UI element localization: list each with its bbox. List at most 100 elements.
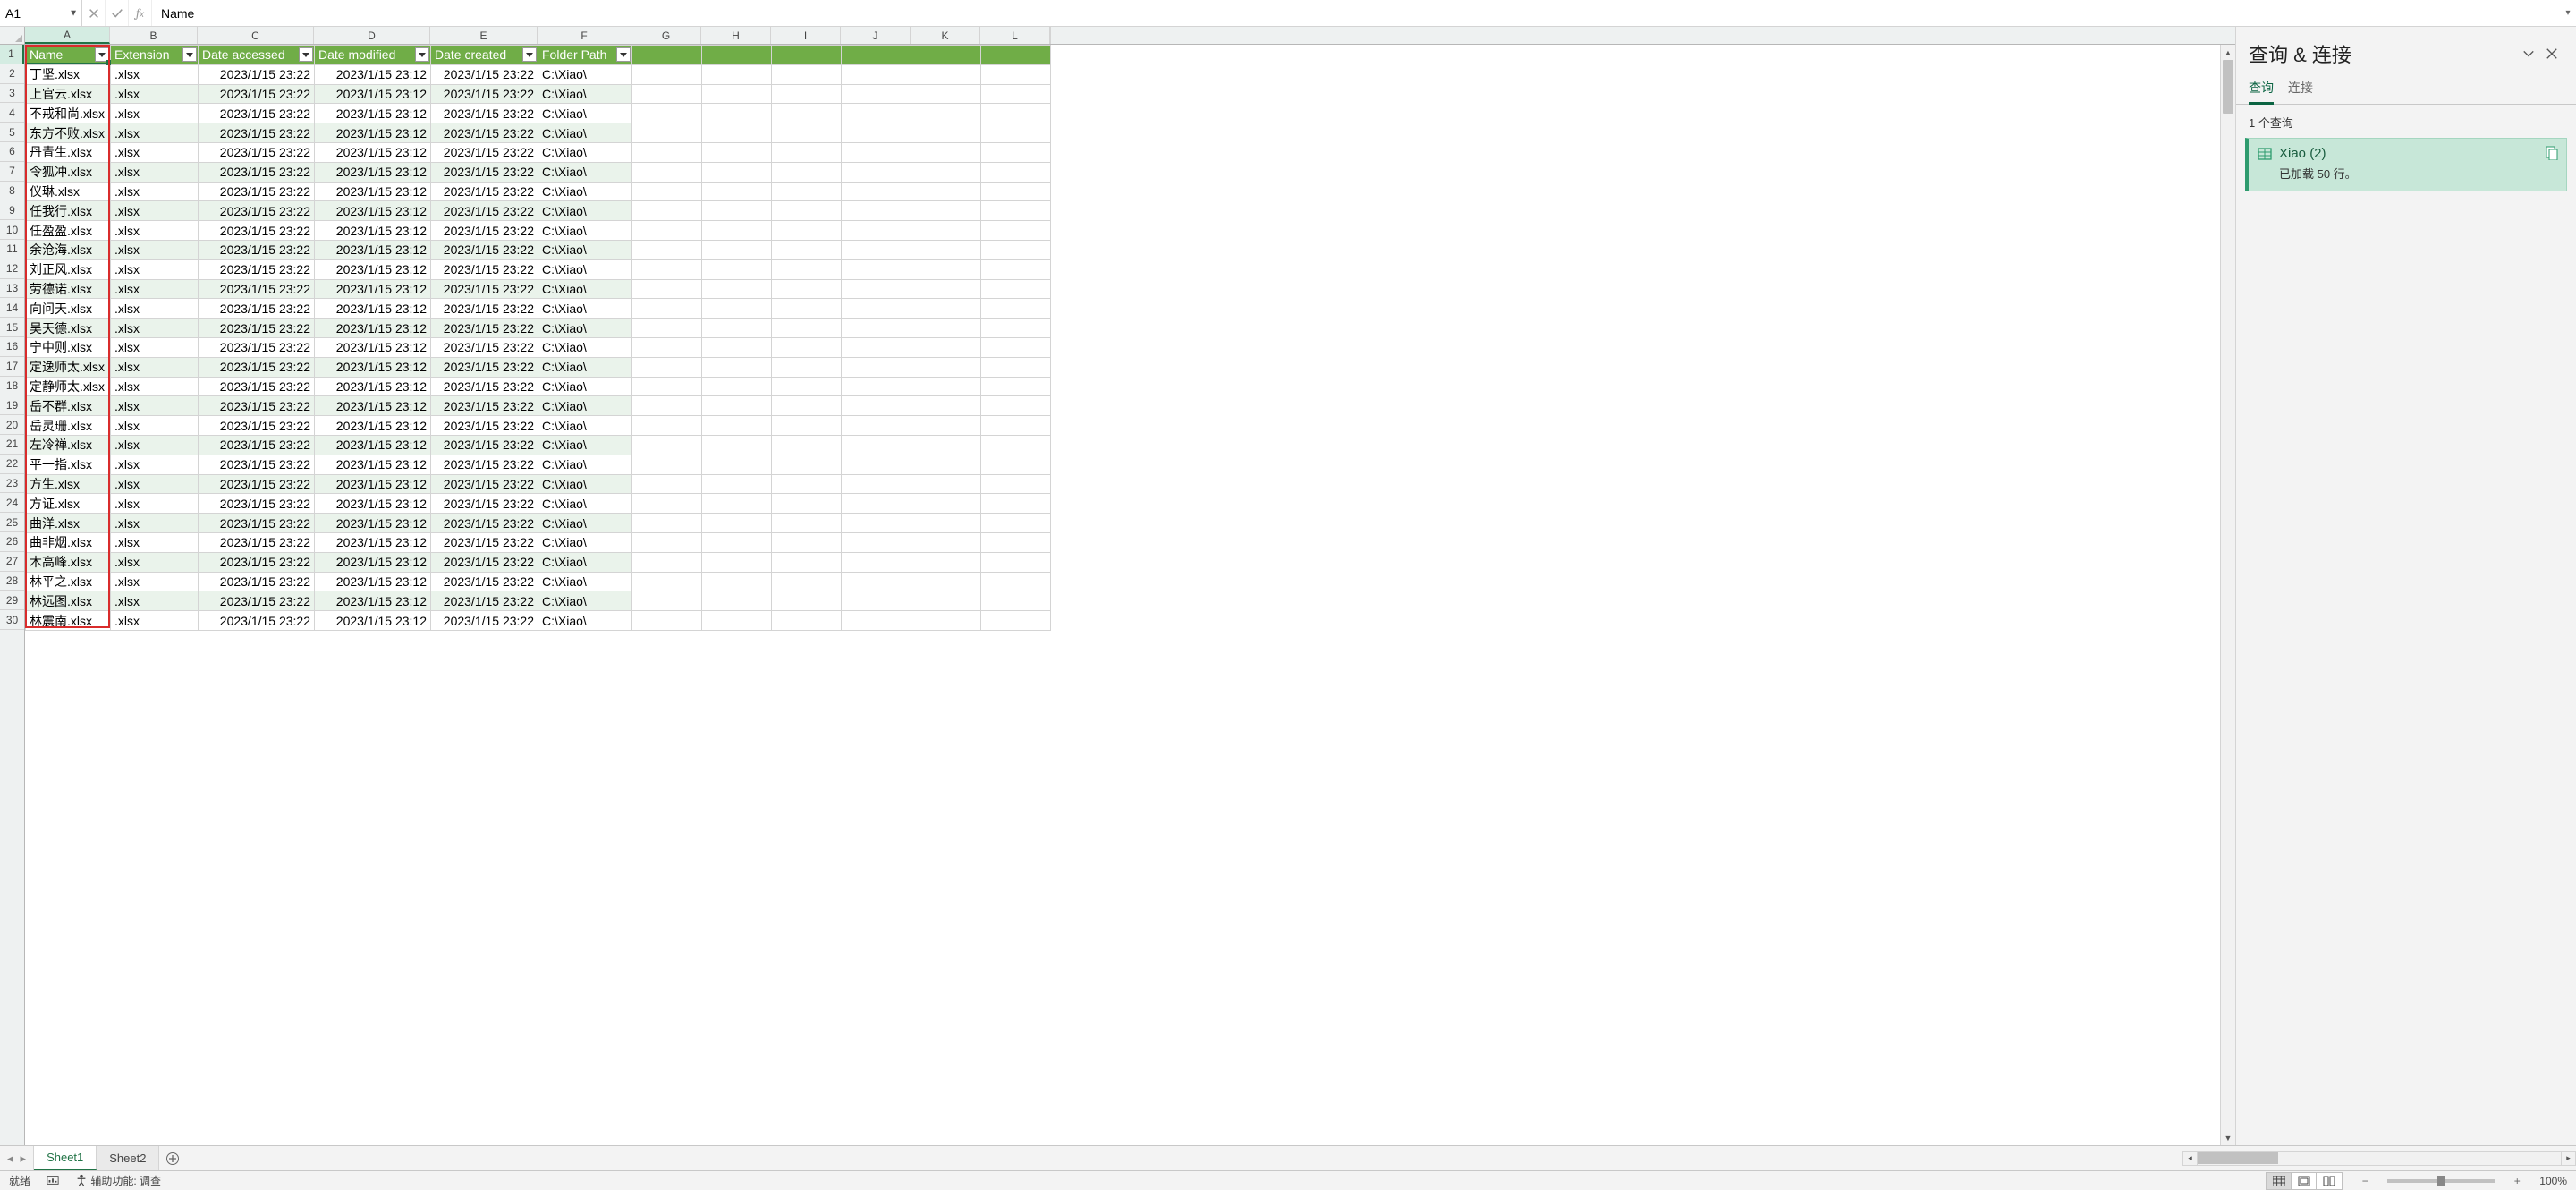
- table-header-cell[interactable]: Date created: [431, 46, 538, 65]
- table-cell[interactable]: [772, 123, 842, 143]
- table-cell[interactable]: [772, 279, 842, 299]
- row-header[interactable]: 13: [0, 279, 24, 299]
- table-cell[interactable]: [842, 104, 911, 123]
- table-cell[interactable]: [911, 611, 981, 631]
- table-cell[interactable]: [911, 455, 981, 474]
- table-cell[interactable]: C:\Xiao\: [538, 532, 632, 552]
- sheet-nav-buttons[interactable]: ◂ ▸: [0, 1146, 34, 1170]
- table-cell[interactable]: [981, 396, 1051, 416]
- table-cell[interactable]: [702, 532, 772, 552]
- table-cell[interactable]: 2023/1/15 23:22: [431, 240, 538, 259]
- table-header-cell[interactable]: [632, 46, 702, 65]
- workbook-stats-icon[interactable]: [47, 1174, 59, 1187]
- table-header-cell[interactable]: Extension: [111, 46, 199, 65]
- table-cell[interactable]: [772, 591, 842, 611]
- table-cell[interactable]: C:\Xiao\: [538, 240, 632, 259]
- table-cell[interactable]: 2023/1/15 23:12: [315, 532, 431, 552]
- table-cell[interactable]: [842, 396, 911, 416]
- table-cell[interactable]: .xlsx: [111, 162, 199, 182]
- table-cell[interactable]: C:\Xiao\: [538, 591, 632, 611]
- table-cell[interactable]: 2023/1/15 23:12: [315, 396, 431, 416]
- table-cell[interactable]: [981, 435, 1051, 455]
- table-cell[interactable]: 2023/1/15 23:22: [199, 64, 315, 84]
- table-cell[interactable]: 2023/1/15 23:22: [431, 259, 538, 279]
- table-cell[interactable]: C:\Xiao\: [538, 279, 632, 299]
- table-cell[interactable]: [772, 64, 842, 84]
- table-cell[interactable]: C:\Xiao\: [538, 319, 632, 338]
- select-all-corner[interactable]: [0, 27, 25, 44]
- table-cell[interactable]: [632, 357, 702, 377]
- table-cell[interactable]: [702, 396, 772, 416]
- table-cell[interactable]: 2023/1/15 23:22: [199, 474, 315, 494]
- table-cell[interactable]: [772, 377, 842, 396]
- table-cell[interactable]: [981, 221, 1051, 241]
- table-cell[interactable]: [702, 494, 772, 514]
- table-cell[interactable]: .xlsx: [111, 396, 199, 416]
- table-cell[interactable]: 林远图.xlsx: [26, 591, 111, 611]
- row-header[interactable]: 29: [0, 591, 24, 610]
- table-cell[interactable]: 2023/1/15 23:22: [199, 162, 315, 182]
- table-cell[interactable]: [772, 240, 842, 259]
- table-cell[interactable]: 2023/1/15 23:22: [431, 64, 538, 84]
- table-cell[interactable]: 2023/1/15 23:22: [199, 104, 315, 123]
- row-header[interactable]: 20: [0, 415, 24, 435]
- row-header[interactable]: 4: [0, 103, 24, 123]
- table-cell[interactable]: [981, 357, 1051, 377]
- table-cell[interactable]: [981, 591, 1051, 611]
- row-header[interactable]: 22: [0, 455, 24, 474]
- scroll-up-icon[interactable]: ▲: [2221, 45, 2235, 60]
- zoom-level[interactable]: 100%: [2539, 1175, 2567, 1187]
- table-cell[interactable]: [702, 435, 772, 455]
- table-cell[interactable]: C:\Xiao\: [538, 221, 632, 241]
- table-cell[interactable]: [911, 142, 981, 162]
- table-cell[interactable]: 2023/1/15 23:22: [199, 552, 315, 572]
- table-cell[interactable]: [842, 357, 911, 377]
- table-cell[interactable]: [772, 142, 842, 162]
- table-cell[interactable]: 2023/1/15 23:12: [315, 240, 431, 259]
- row-header[interactable]: 12: [0, 259, 24, 279]
- table-cell[interactable]: .xlsx: [111, 319, 199, 338]
- table-header-cell[interactable]: [702, 46, 772, 65]
- table-cell[interactable]: 2023/1/15 23:12: [315, 259, 431, 279]
- table-header-cell[interactable]: [981, 46, 1051, 65]
- table-cell[interactable]: [911, 104, 981, 123]
- table-cell[interactable]: C:\Xiao\: [538, 84, 632, 104]
- table-cell[interactable]: [702, 552, 772, 572]
- row-header[interactable]: 9: [0, 200, 24, 220]
- table-cell[interactable]: [772, 104, 842, 123]
- table-cell[interactable]: [911, 552, 981, 572]
- table-cell[interactable]: [981, 64, 1051, 84]
- table-cell[interactable]: .xlsx: [111, 435, 199, 455]
- column-header-D[interactable]: D: [314, 27, 430, 44]
- table-cell[interactable]: [702, 319, 772, 338]
- close-pane-button[interactable]: [2540, 42, 2563, 65]
- table-cell[interactable]: 2023/1/15 23:22: [199, 279, 315, 299]
- table-cell[interactable]: C:\Xiao\: [538, 455, 632, 474]
- table-cell[interactable]: 2023/1/15 23:22: [199, 84, 315, 104]
- row-header[interactable]: 6: [0, 142, 24, 162]
- table-cell[interactable]: 2023/1/15 23:22: [431, 319, 538, 338]
- table-cell[interactable]: [632, 84, 702, 104]
- table-cell[interactable]: [632, 162, 702, 182]
- accessibility-status[interactable]: 辅助功能: 调查: [75, 1173, 161, 1188]
- table-cell[interactable]: 2023/1/15 23:22: [431, 514, 538, 533]
- table-cell[interactable]: 2023/1/15 23:12: [315, 104, 431, 123]
- table-cell[interactable]: .xlsx: [111, 259, 199, 279]
- table-cell[interactable]: 2023/1/15 23:22: [199, 240, 315, 259]
- table-cell[interactable]: [632, 104, 702, 123]
- table-cell[interactable]: [842, 182, 911, 201]
- nav-prev-icon[interactable]: ◂: [7, 1152, 13, 1166]
- table-cell[interactable]: 余沧海.xlsx: [26, 240, 111, 259]
- table-cell[interactable]: 林震南.xlsx: [26, 611, 111, 631]
- table-cell[interactable]: 2023/1/15 23:12: [315, 337, 431, 357]
- tab-queries[interactable]: 查询: [2249, 73, 2274, 104]
- row-header[interactable]: 11: [0, 240, 24, 259]
- formula-input[interactable]: Name: [152, 0, 2560, 26]
- table-cell[interactable]: 2023/1/15 23:22: [431, 494, 538, 514]
- table-cell[interactable]: [842, 611, 911, 631]
- table-cell[interactable]: [702, 357, 772, 377]
- add-sheet-button[interactable]: [159, 1146, 186, 1170]
- column-header-H[interactable]: H: [701, 27, 771, 44]
- table-cell[interactable]: [911, 84, 981, 104]
- table-cell[interactable]: [842, 474, 911, 494]
